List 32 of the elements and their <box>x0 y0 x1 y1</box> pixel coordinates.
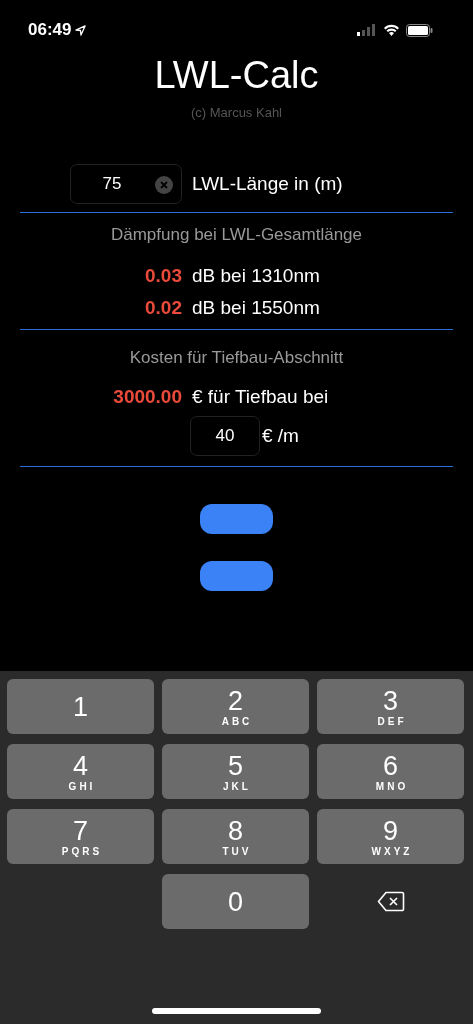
keyboard-key[interactable]: 0 <box>162 874 309 929</box>
wifi-icon <box>383 24 400 36</box>
attenuation-value: 0.02 <box>144 297 182 319</box>
costs-heading: Kosten für Tiefbau-Abschnitt <box>129 348 344 368</box>
keyboard-key[interactable]: 1 <box>7 679 154 734</box>
app-title: LWL-Calc <box>154 54 319 97</box>
keyboard-key[interactable]: 7 PQRS <box>7 809 154 864</box>
length-input[interactable]: 75 <box>70 164 182 204</box>
attenuation-heading: Dämpfung bei LWL-Gesamtlänge <box>110 225 362 245</box>
keyboard-key[interactable]: 9 WXYZ <box>317 809 464 864</box>
keyboard-key[interactable]: 6 MNO <box>317 744 464 799</box>
keyboard-key[interactable]: 4 GHI <box>7 744 154 799</box>
keyboard-key[interactable]: 3 DEF <box>317 679 464 734</box>
status-time: 06:49 <box>28 20 72 40</box>
backspace-icon <box>376 891 405 912</box>
action-button[interactable] <box>200 561 273 591</box>
keyboard-key[interactable]: 8 TUV <box>162 809 309 864</box>
location-arrow-icon <box>75 24 87 36</box>
rate-unit: € /m <box>262 425 299 447</box>
battery-icon <box>406 23 433 37</box>
attenuation-value: 0.03 <box>144 265 182 287</box>
costs-value: 3000.00 <box>112 386 182 408</box>
attenuation-label: dB bei 1310nm <box>192 265 320 287</box>
rate-input[interactable]: 40 <box>190 416 260 456</box>
copyright-text: (c) Marcus Kahl <box>191 105 282 120</box>
length-label: LWL-Länge in (m) <box>192 173 343 195</box>
action-button[interactable] <box>200 504 273 534</box>
keyboard-key[interactable]: 2 ABC <box>162 679 309 734</box>
signal-icon <box>357 24 377 36</box>
attenuation-label: dB bei 1550nm <box>192 297 320 319</box>
costs-label: € für Tiefbau bei <box>192 386 329 408</box>
keyboard-key[interactable]: 5 JKL <box>162 744 309 799</box>
